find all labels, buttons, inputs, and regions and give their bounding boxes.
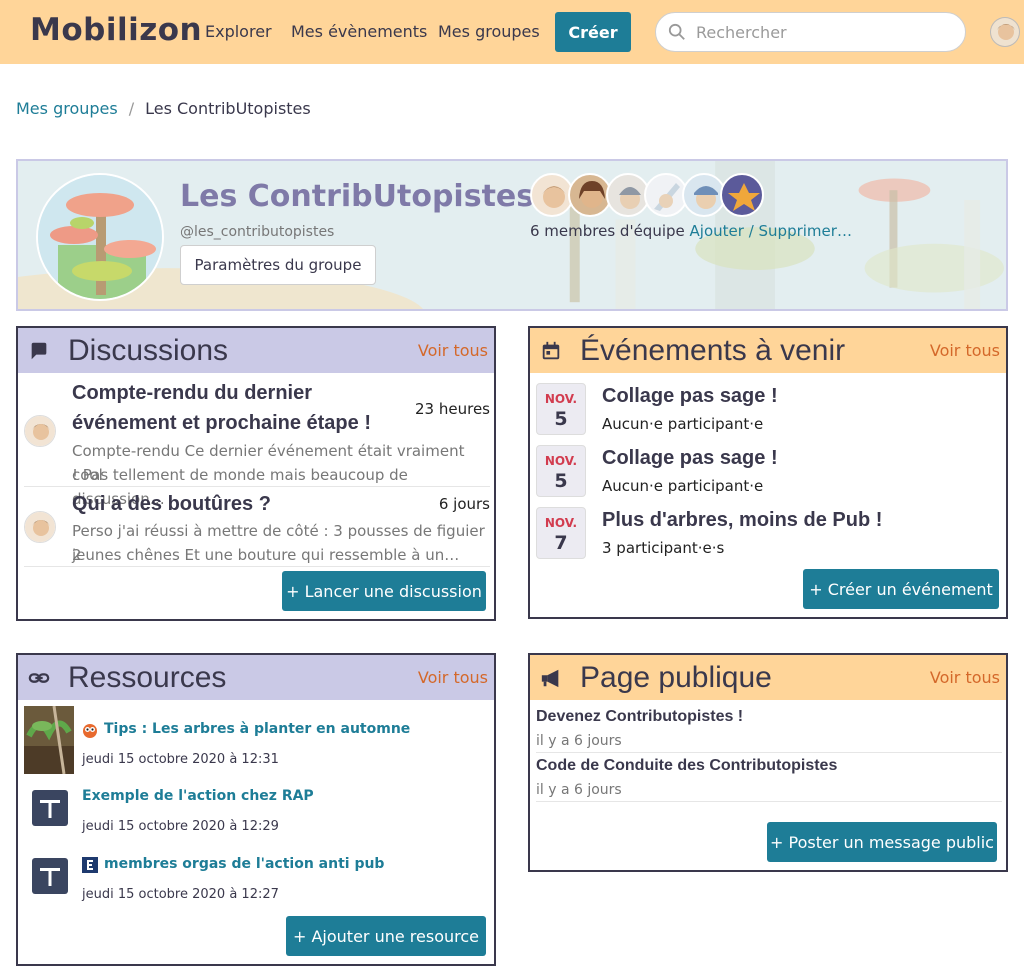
search-icon: [668, 23, 685, 40]
e-badge-icon: [82, 857, 98, 873]
discussions-header: Discussions Voir tous: [18, 328, 494, 373]
member-avatar[interactable]: [720, 173, 764, 217]
group-title: Les ContribUtopistes: [180, 179, 535, 214]
group-handle: @les_contributopistes: [180, 224, 335, 240]
event-month: NOV.: [544, 392, 578, 406]
event-date-badge: NOV. 5: [536, 445, 586, 497]
discussions-title: Discussions: [68, 333, 229, 367]
event-day: 7: [554, 532, 568, 554]
event-day: 5: [554, 470, 568, 492]
resource-title[interactable]: Tips : Les arbres à planter en automne: [104, 721, 410, 737]
breadcrumb: Mes groupes / Les ContribUtopistes: [16, 99, 311, 118]
discussion-author-avatar: [24, 415, 56, 447]
group-avatar: [36, 173, 164, 301]
resources-title: Ressources: [68, 660, 227, 694]
public-post-item[interactable]: Code de Conduite des Contributopistes il…: [536, 755, 1002, 802]
event-day: 5: [554, 408, 568, 430]
breadcrumb-current: Les ContribUtopistes: [145, 99, 311, 118]
discussion-excerpt-line2: jeunes chênes Et une bouture qui ressemb…: [72, 546, 460, 564]
public-post-date: il y a 6 jours: [536, 782, 622, 798]
event-title[interactable]: Collage pas sage !: [602, 447, 778, 470]
event-participants: Aucun·e participant·e: [602, 477, 764, 495]
resources-card: Ressources Voir tous Tips : Les arbres à…: [16, 653, 496, 966]
public-page-header: Page publique Voir tous: [530, 655, 1006, 700]
members-summary: 6 membres d'équipe Ajouter / Supprimer…: [530, 222, 852, 240]
public-post-item[interactable]: Devenez Contributopistes ! il y a 6 jour…: [536, 706, 1002, 753]
discussion-time: 23 heures: [415, 400, 490, 418]
nav-explorer-link[interactable]: Explorer: [205, 22, 272, 41]
discussion-item[interactable]: Qui a des boutûres ? 6 jours Perso j'ai …: [24, 488, 490, 567]
discussion-title[interactable]: Qui a des boutûres ?: [72, 489, 271, 519]
event-date-badge: NOV. 7: [536, 507, 586, 559]
public-post-date: il y a 6 jours: [536, 733, 622, 749]
resource-thumbnail: [24, 706, 74, 774]
link-icon: [28, 672, 50, 683]
breadcrumb-separator: /: [128, 99, 135, 118]
search-input[interactable]: [696, 21, 946, 43]
event-date-badge: NOV. 5: [536, 383, 586, 435]
discussion-title-line1[interactable]: Compte-rendu du dernier: [72, 378, 312, 408]
start-discussion-button[interactable]: + Lancer une discussion: [282, 571, 486, 611]
events-see-all-link[interactable]: Voir tous: [930, 341, 1000, 360]
event-month: NOV.: [544, 454, 578, 468]
resource-date: jeudi 15 octobre 2020 à 12:27: [82, 887, 279, 902]
event-title[interactable]: Plus d'arbres, moins de Pub !: [602, 509, 882, 532]
event-participants: 3 participant·e·s: [602, 539, 725, 557]
create-event-button[interactable]: + Créer un événement: [803, 569, 999, 609]
calendar-icon: [542, 341, 560, 359]
events-title: Événements à venir: [580, 333, 846, 367]
search-box[interactable]: [655, 12, 966, 52]
event-title[interactable]: Collage pas sage !: [602, 385, 778, 408]
top-navbar: Mobilizon Explorer Mes évènements Mes gr…: [0, 0, 1024, 64]
resource-date: jeudi 15 octobre 2020 à 12:29: [82, 819, 279, 834]
resources-header: Ressources Voir tous: [18, 655, 494, 700]
discussion-author-avatar: [24, 511, 56, 543]
document-icon: [32, 790, 68, 826]
chat-bubble-icon: [31, 342, 47, 359]
members-count: 6 membres d'équipe: [530, 222, 685, 240]
public-post-title[interactable]: Devenez Contributopistes !: [536, 708, 743, 726]
discussion-item[interactable]: Compte-rendu du dernier événement et pro…: [24, 376, 490, 508]
mobilizon-logo[interactable]: Mobilizon: [30, 12, 202, 48]
discussions-card: Discussions Voir tous Compte-rendu du de…: [16, 326, 496, 621]
events-card: Événements à venir Voir tous NOV. 5 Colla…: [528, 326, 1008, 619]
nav-my-events-link[interactable]: Mes évènements: [291, 22, 427, 41]
event-participants: Aucun·e participant·e: [602, 415, 764, 433]
public-page-see-all-link[interactable]: Voir tous: [930, 668, 1000, 687]
resources-see-all-link[interactable]: Voir tous: [418, 668, 488, 687]
discussion-title-line2[interactable]: événement et prochaine étape !: [72, 408, 371, 438]
public-post-title[interactable]: Code de Conduite des Contributopistes: [536, 757, 837, 775]
resource-title[interactable]: membres orgas de l'action anti pub: [104, 856, 384, 872]
document-icon: [32, 858, 68, 894]
group-banner: Les ContribUtopistes @les_contributopist…: [16, 159, 1008, 311]
public-page-card: Page publique Voir tous Devenez Contribu…: [528, 653, 1008, 872]
discussions-see-all-link[interactable]: Voir tous: [418, 341, 488, 360]
events-header: Événements à venir Voir tous: [530, 328, 1006, 373]
nav-my-groups-link[interactable]: Mes groupes: [438, 22, 540, 41]
resource-title[interactable]: Exemple de l'action chez RAP: [82, 788, 314, 804]
breadcrumb-my-groups-link[interactable]: Mes groupes: [16, 99, 118, 118]
discussion-time: 6 jours: [438, 495, 490, 513]
create-button[interactable]: Créer: [555, 12, 631, 52]
megaphone-icon: [541, 669, 559, 687]
post-public-message-button[interactable]: + Poster un message public: [767, 822, 997, 862]
resource-date: jeudi 15 octobre 2020 à 12:31: [82, 752, 279, 767]
public-page-title: Page publique: [580, 660, 772, 694]
owl-icon: [83, 724, 97, 738]
event-month: NOV.: [544, 516, 578, 530]
manage-members-link[interactable]: Ajouter / Supprimer…: [690, 222, 852, 240]
group-settings-button[interactable]: Paramètres du groupe: [180, 245, 376, 285]
user-avatar[interactable]: [990, 17, 1020, 47]
add-resource-button[interactable]: + Ajouter une resource: [286, 916, 486, 956]
